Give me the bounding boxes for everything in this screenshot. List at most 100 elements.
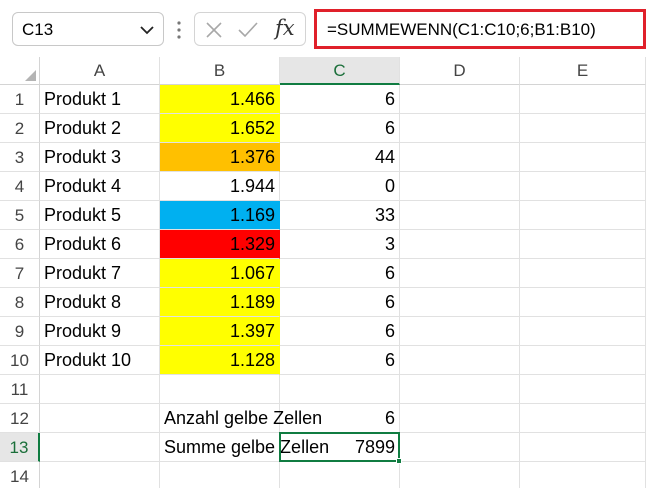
cell-a2[interactable]: Produkt 2: [40, 114, 160, 143]
cell-a11[interactable]: [40, 375, 160, 404]
cell-d11[interactable]: [400, 375, 520, 404]
column-header-c[interactable]: C: [280, 57, 400, 85]
confirm-icon[interactable]: [237, 21, 259, 39]
cell-c6[interactable]: 3: [280, 230, 400, 259]
row-header-5[interactable]: 5: [0, 201, 40, 230]
cell-e3[interactable]: [520, 143, 646, 172]
row-header-4[interactable]: 4: [0, 172, 40, 201]
cell-b8[interactable]: 1.189: [160, 288, 280, 317]
drag-handle-icon[interactable]: [177, 20, 181, 40]
cell-e10[interactable]: [520, 346, 646, 375]
insert-function-button[interactable]: fx: [275, 16, 295, 40]
cell-b1[interactable]: 1.466: [160, 85, 280, 114]
cell-b9[interactable]: 1.397: [160, 317, 280, 346]
cell-c1[interactable]: 6: [280, 85, 400, 114]
cell-c3[interactable]: 44: [280, 143, 400, 172]
active-cell-outline: [279, 432, 400, 462]
cell-c4[interactable]: 0: [280, 172, 400, 201]
row-header-8[interactable]: 8: [0, 288, 40, 317]
cell-e6[interactable]: [520, 230, 646, 259]
cell-b2[interactable]: 1.652: [160, 114, 280, 143]
cell-c11[interactable]: [280, 375, 400, 404]
cell-b14[interactable]: [160, 462, 280, 488]
cell-a10[interactable]: Produkt 10: [40, 346, 160, 375]
cell-a5[interactable]: Produkt 5: [40, 201, 160, 230]
cell-c12[interactable]: 6: [280, 404, 400, 433]
cell-a13[interactable]: [40, 433, 160, 462]
cell-e12[interactable]: [520, 404, 646, 433]
cell-c7[interactable]: 6: [280, 259, 400, 288]
cell-e4[interactable]: [520, 172, 646, 201]
cell-b6[interactable]: 1.329: [160, 230, 280, 259]
cell-d5[interactable]: [400, 201, 520, 230]
cell-b12[interactable]: Anzahl gelbe Zellen: [160, 404, 322, 433]
row-header-14[interactable]: 14: [0, 462, 40, 488]
formula-bar-area: C13 fx =SUMMEWENN(C1:C10;6;B1:B10): [0, 0, 646, 57]
cell-b13[interactable]: Summe gelbe Zellen: [160, 433, 329, 462]
cell-d3[interactable]: [400, 143, 520, 172]
cell-d1[interactable]: [400, 85, 520, 114]
select-all-button[interactable]: [0, 57, 40, 85]
cell-a4[interactable]: Produkt 4: [40, 172, 160, 201]
cell-e9[interactable]: [520, 317, 646, 346]
cell-d14[interactable]: [400, 462, 520, 488]
cell-a9[interactable]: Produkt 9: [40, 317, 160, 346]
cell-d4[interactable]: [400, 172, 520, 201]
cell-d8[interactable]: [400, 288, 520, 317]
row-header-11[interactable]: 11: [0, 375, 40, 404]
cell-d12[interactable]: [400, 404, 520, 433]
column-header-a[interactable]: A: [40, 57, 160, 85]
cancel-icon[interactable]: [205, 21, 223, 39]
cell-c2[interactable]: 6: [280, 114, 400, 143]
row-header-13[interactable]: 13: [0, 433, 40, 462]
formula-text: =SUMMEWENN(C1:C10;6;B1:B10): [327, 20, 596, 39]
cell-a14[interactable]: [40, 462, 160, 488]
cell-c9[interactable]: 6: [280, 317, 400, 346]
name-box[interactable]: C13: [12, 12, 164, 46]
cell-a6[interactable]: Produkt 6: [40, 230, 160, 259]
cell-e5[interactable]: [520, 201, 646, 230]
cell-e11[interactable]: [520, 375, 646, 404]
cell-c14[interactable]: [280, 462, 400, 488]
row-header-3[interactable]: 3: [0, 143, 40, 172]
row-header-6[interactable]: 6: [0, 230, 40, 259]
row-header-1[interactable]: 1: [0, 85, 40, 114]
cell-c8[interactable]: 6: [280, 288, 400, 317]
row-header-12[interactable]: 12: [0, 404, 40, 433]
column-header-e[interactable]: E: [520, 57, 646, 85]
row-header-9[interactable]: 9: [0, 317, 40, 346]
cell-e13[interactable]: [520, 433, 646, 462]
cell-d9[interactable]: [400, 317, 520, 346]
cell-d7[interactable]: [400, 259, 520, 288]
chevron-down-icon[interactable]: [139, 23, 155, 37]
cell-a3[interactable]: Produkt 3: [40, 143, 160, 172]
fill-handle[interactable]: [396, 458, 402, 464]
cell-c10[interactable]: 6: [280, 346, 400, 375]
cell-b7[interactable]: 1.067: [160, 259, 280, 288]
row-header-2[interactable]: 2: [0, 114, 40, 143]
cell-a1[interactable]: Produkt 1: [40, 85, 160, 114]
cell-d10[interactable]: [400, 346, 520, 375]
cell-b4[interactable]: 1.944: [160, 172, 280, 201]
cell-e2[interactable]: [520, 114, 646, 143]
cell-b3[interactable]: 1.376: [160, 143, 280, 172]
cell-d13[interactable]: [400, 433, 520, 462]
cell-e8[interactable]: [520, 288, 646, 317]
cell-e1[interactable]: [520, 85, 646, 114]
cell-e14[interactable]: [520, 462, 646, 488]
cell-b11[interactable]: [160, 375, 280, 404]
formula-input[interactable]: =SUMMEWENN(C1:C10;6;B1:B10): [314, 9, 646, 49]
cell-a12[interactable]: [40, 404, 160, 433]
cell-e7[interactable]: [520, 259, 646, 288]
cell-d2[interactable]: [400, 114, 520, 143]
cell-b10[interactable]: 1.128: [160, 346, 280, 375]
cell-b5[interactable]: 1.169: [160, 201, 280, 230]
cell-d6[interactable]: [400, 230, 520, 259]
cell-a7[interactable]: Produkt 7: [40, 259, 160, 288]
cell-a8[interactable]: Produkt 8: [40, 288, 160, 317]
column-header-d[interactable]: D: [400, 57, 520, 85]
cell-c5[interactable]: 33: [280, 201, 400, 230]
row-header-7[interactable]: 7: [0, 259, 40, 288]
column-header-b[interactable]: B: [160, 57, 280, 85]
row-header-10[interactable]: 10: [0, 346, 40, 375]
